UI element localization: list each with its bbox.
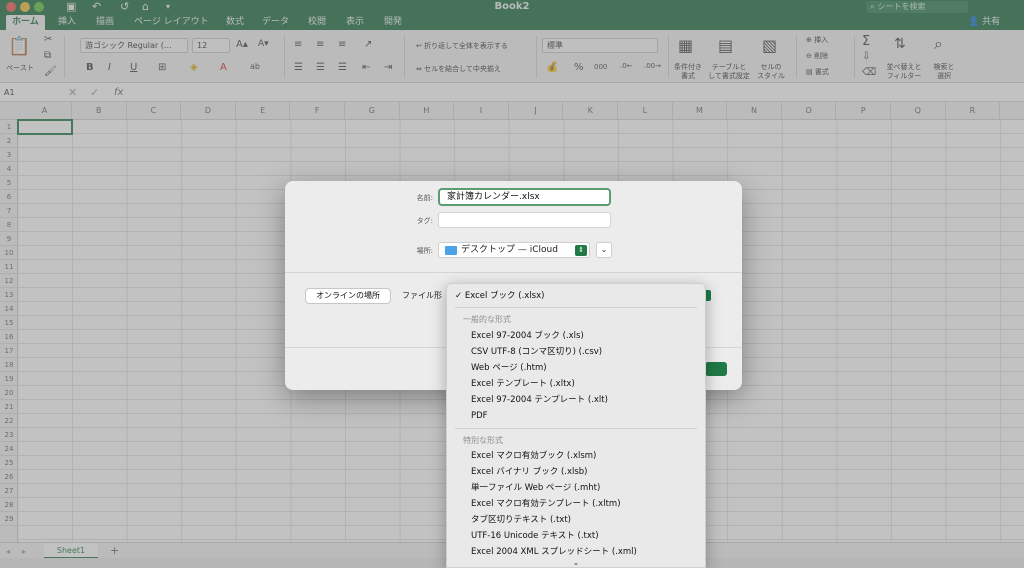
location-value: デスクトップ — iCloud xyxy=(461,245,558,255)
format-option[interactable]: Excel 97-2004 ブック (.xls) xyxy=(447,328,705,344)
folder-icon xyxy=(445,246,457,255)
scroll-down-icon[interactable]: ⌄ xyxy=(447,558,705,568)
expand-dialog-button[interactable]: ⌄ xyxy=(596,242,612,258)
format-option[interactable]: Excel 97-2004 テンプレート (.xlt) xyxy=(447,392,705,408)
dropdown-separator xyxy=(455,428,697,429)
dialog-divider xyxy=(285,272,742,273)
format-option[interactable]: Excel テンプレート (.xltx) xyxy=(447,376,705,392)
tag-label: タグ: xyxy=(416,217,433,225)
location-label: 場所: xyxy=(416,247,433,255)
save-button[interactable] xyxy=(705,362,727,376)
tag-input[interactable] xyxy=(438,212,611,228)
special-formats-header: 特別な形式 xyxy=(463,436,503,445)
name-label: 名前: xyxy=(416,194,433,202)
format-option[interactable]: UTF-16 Unicode テキスト (.txt) xyxy=(447,528,705,544)
online-locations-button[interactable]: オンラインの場所 xyxy=(305,288,391,304)
format-option[interactable]: Excel マクロ有効ブック (.xlsm) xyxy=(447,448,705,464)
location-select[interactable]: デスクトップ — iCloud ⇕ xyxy=(438,242,590,258)
format-option[interactable]: 単一ファイル Web ページ (.mht) xyxy=(447,480,705,496)
selected-format-label: Excel ブック (.xlsx) xyxy=(464,291,545,301)
checkmark-icon: ✓ xyxy=(455,291,465,301)
format-option[interactable]: Excel バイナリ ブック (.xlsb) xyxy=(447,464,705,480)
format-option[interactable]: タブ区切りテキスト (.txt) xyxy=(447,512,705,528)
file-format-label: ファイル形 xyxy=(402,291,442,300)
format-option[interactable]: Excel マクロ有効テンプレート (.xltm) xyxy=(447,496,705,512)
format-option-selected[interactable]: ✓ Excel ブック (.xlsx) xyxy=(447,288,705,304)
chevron-down-icon: ⌄ xyxy=(600,245,608,254)
file-name-input[interactable]: 家計簿カレンダー.xlsx xyxy=(438,188,611,206)
stepper-icon: ⇕ xyxy=(575,245,587,256)
format-option[interactable]: Web ページ (.htm) xyxy=(447,360,705,376)
format-option[interactable]: PDF xyxy=(447,408,705,424)
format-option[interactable]: CSV UTF-8 (コンマ区切り) (.csv) xyxy=(447,344,705,360)
common-formats-header: 一般的な形式 xyxy=(463,315,511,324)
file-format-dropdown: ✓ Excel ブック (.xlsx) 一般的な形式 Excel 97-2004… xyxy=(446,283,706,568)
dropdown-separator xyxy=(455,307,697,308)
